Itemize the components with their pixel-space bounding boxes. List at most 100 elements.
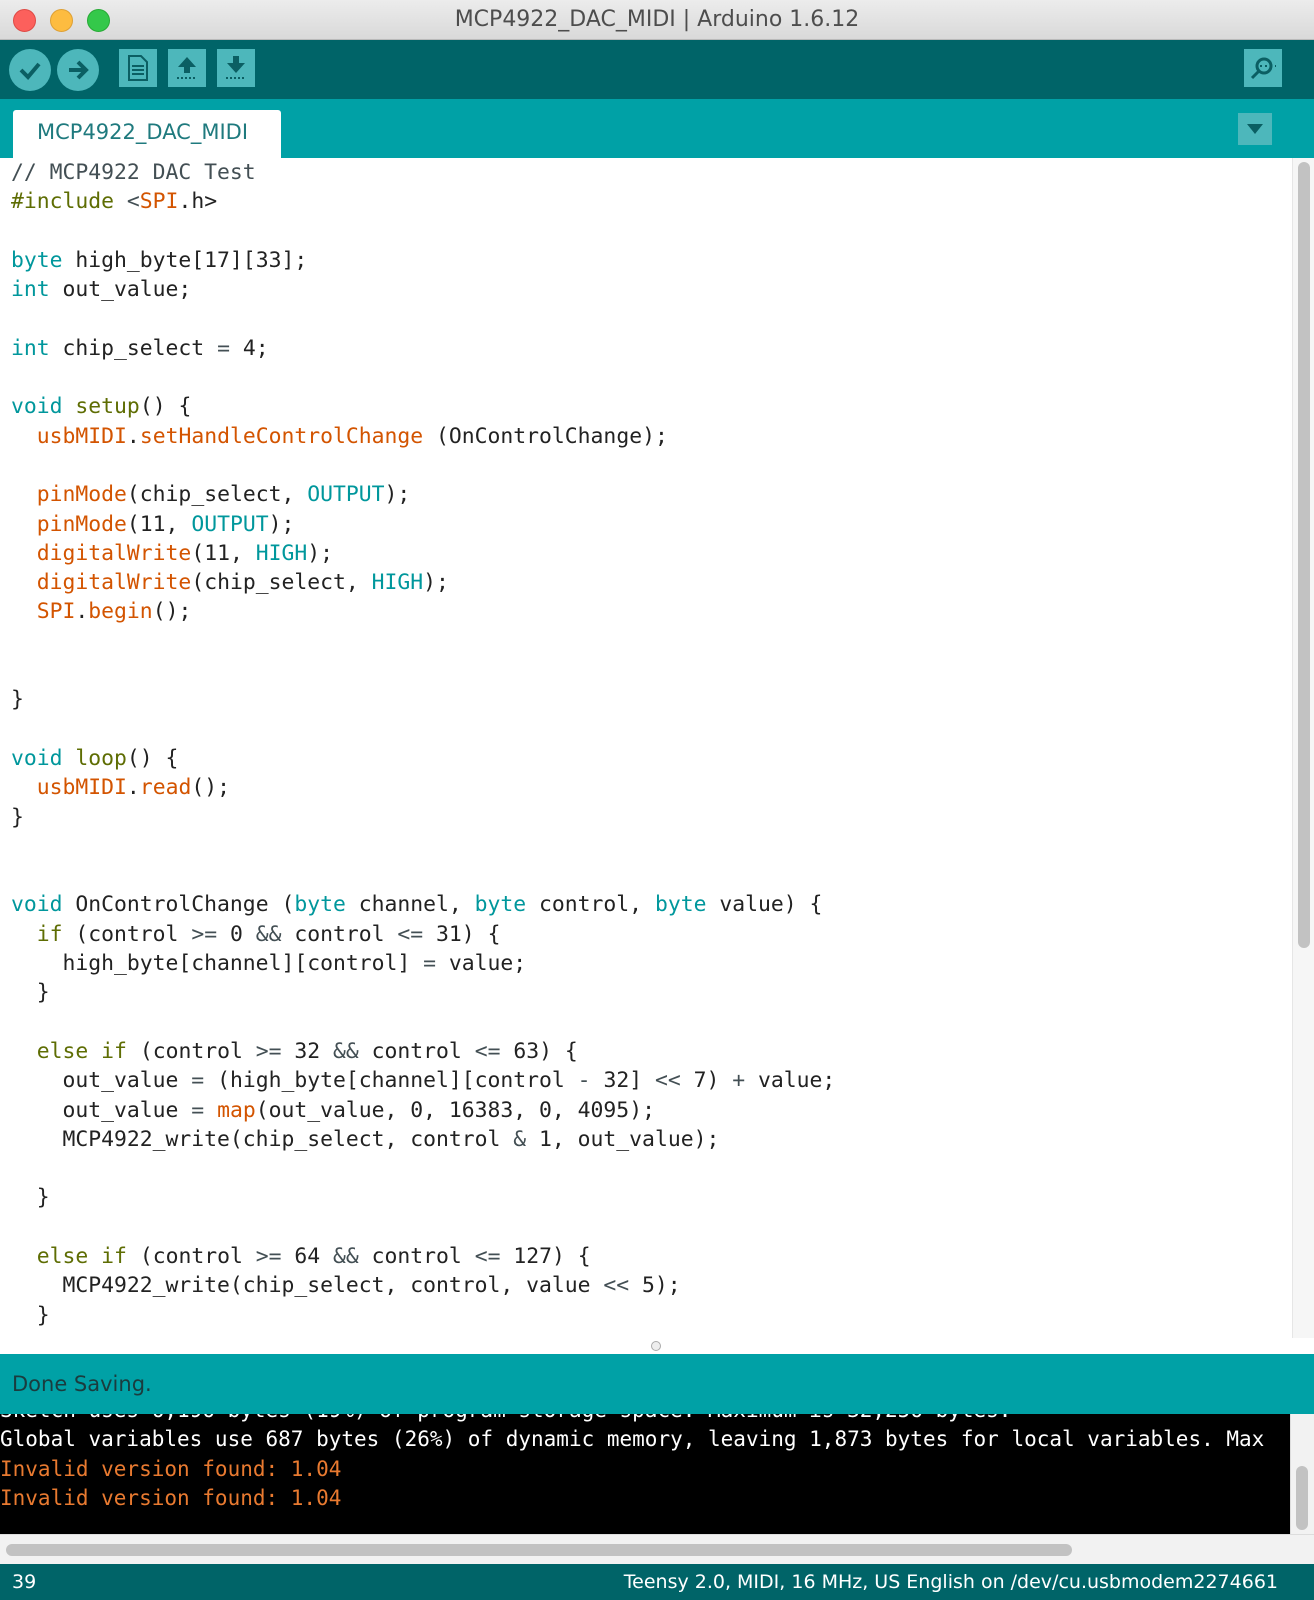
- split-divider[interactable]: [0, 1338, 1314, 1354]
- code-line[interactable]: pinMode(11, OUTPUT);: [11, 510, 1281, 539]
- serial-monitor-button[interactable]: [1244, 49, 1282, 87]
- code-line[interactable]: [11, 832, 1281, 861]
- code-line[interactable]: usbMIDI.setHandleControlChange (OnContro…: [11, 422, 1281, 451]
- code-line[interactable]: int out_value;: [11, 275, 1281, 304]
- code-token: ();: [152, 599, 192, 625]
- code-line[interactable]: [11, 861, 1281, 890]
- code-line[interactable]: }: [11, 803, 1281, 832]
- code-line[interactable]: MCP4922_write(chip_select, control & 1, …: [11, 1125, 1281, 1154]
- code-line[interactable]: int chip_select = 4;: [11, 334, 1281, 363]
- tab-sketch[interactable]: MCP4922_DAC_MIDI: [13, 110, 281, 158]
- code-token: =: [423, 951, 436, 977]
- code-token: (chip_select,: [191, 570, 372, 596]
- code-line[interactable]: }: [11, 1183, 1281, 1212]
- code-token: if: [101, 1038, 127, 1064]
- code-token: 32]: [590, 1068, 655, 1094]
- code-line[interactable]: void loop() {: [11, 744, 1281, 773]
- code-token: 64: [281, 1243, 334, 1269]
- code-token: <<: [654, 1068, 681, 1094]
- code-line[interactable]: high_byte[channel][control] = value;: [11, 949, 1281, 978]
- code-line[interactable]: SPI.begin();: [11, 597, 1281, 626]
- code-token: }: [11, 804, 24, 830]
- code-line[interactable]: else if (control >= 32 && control <= 63)…: [11, 1037, 1281, 1066]
- code-line[interactable]: }: [11, 685, 1281, 714]
- console-vertical-scrollbar[interactable]: [1290, 1414, 1314, 1534]
- code-token: HIGH: [371, 570, 424, 596]
- code-token: <=: [474, 1038, 501, 1064]
- code-line[interactable]: if (control >= 0 && control <= 31) {: [11, 920, 1281, 949]
- code-token: ();: [191, 775, 230, 801]
- code-line[interactable]: }: [11, 978, 1281, 1007]
- split-handle[interactable]: [651, 1341, 661, 1351]
- code-token: 32: [281, 1038, 334, 1064]
- code-line[interactable]: [11, 656, 1281, 685]
- code-line[interactable]: byte high_byte[17][33];: [11, 246, 1281, 275]
- console-horizontal-scrollbar[interactable]: [0, 1534, 1314, 1564]
- code-token: <: [114, 189, 140, 215]
- code-token: value;: [436, 951, 527, 977]
- code-token: >=: [255, 1038, 282, 1064]
- code-token: chip_select: [49, 335, 218, 361]
- code-line[interactable]: [11, 217, 1281, 246]
- editor-vertical-scrollbar[interactable]: [1292, 158, 1314, 1338]
- code-line[interactable]: [11, 627, 1281, 656]
- code-token: if: [101, 1243, 127, 1269]
- code-token: &&: [333, 1243, 359, 1269]
- code-line[interactable]: // MCP4922 DAC Test: [11, 158, 1281, 187]
- code-token: control: [281, 921, 398, 947]
- code-editor[interactable]: // MCP4922 DAC Test #include <SPI.h> byte…: [0, 158, 1314, 1338]
- code-line[interactable]: [11, 363, 1281, 392]
- line-number: 39: [12, 1571, 37, 1593]
- code-line[interactable]: }: [11, 1301, 1281, 1330]
- code-token: 63) {: [500, 1038, 578, 1064]
- code-line[interactable]: void setup() {: [11, 392, 1281, 421]
- console-scroll-thumb[interactable]: [1296, 1466, 1308, 1530]
- code-line[interactable]: digitalWrite(chip_select, HIGH);: [11, 568, 1281, 597]
- code-token: &&: [333, 1038, 359, 1064]
- code-token: &&: [255, 921, 282, 947]
- code-token: OnControlChange (: [62, 892, 295, 918]
- code-line[interactable]: [11, 304, 1281, 333]
- code-token: <=: [397, 921, 424, 947]
- code-token: 5);: [629, 1273, 681, 1299]
- console-hscroll-thumb[interactable]: [6, 1544, 1072, 1556]
- code-text[interactable]: // MCP4922 DAC Test #include <SPI.h> byte…: [11, 158, 1281, 1330]
- open-icon: [177, 57, 197, 79]
- code-token: }: [11, 980, 50, 1006]
- code-line[interactable]: [11, 1008, 1281, 1037]
- code-token: out_value: [11, 1068, 192, 1094]
- title-bar: MCP4922_DAC_MIDI | Arduino 1.6.12: [0, 0, 1314, 40]
- verify-button[interactable]: [9, 49, 51, 91]
- code-token: >=: [255, 1243, 282, 1269]
- code-line[interactable]: [11, 1154, 1281, 1183]
- editor-scroll-thumb[interactable]: [1298, 162, 1310, 948]
- code-token: =: [191, 1068, 205, 1094]
- code-line[interactable]: #include <SPI.h>: [11, 187, 1281, 216]
- console-line: Invalid version found: 1.04: [0, 1485, 342, 1510]
- code-line[interactable]: pinMode(chip_select, OUTPUT);: [11, 480, 1281, 509]
- code-token: (control: [126, 1243, 256, 1269]
- code-line[interactable]: [11, 715, 1281, 744]
- save-sketch-button[interactable]: [217, 49, 255, 87]
- upload-button[interactable]: [57, 49, 99, 91]
- tab-menu-button[interactable]: [1238, 113, 1272, 145]
- console-output[interactable]: Sketch uses 6,196 bytes (19%) of program…: [0, 1414, 1290, 1534]
- code-line[interactable]: out_value = (high_byte[channel][control …: [11, 1066, 1281, 1095]
- code-line[interactable]: usbMIDI.read();: [11, 773, 1281, 802]
- code-token: usbMIDI: [36, 423, 127, 449]
- open-sketch-button[interactable]: [168, 49, 206, 87]
- code-token: +: [732, 1068, 746, 1094]
- code-line[interactable]: void OnControlChange (byte channel, byte…: [11, 890, 1281, 919]
- save-icon: [226, 56, 246, 79]
- code-token: byte: [11, 247, 63, 273]
- new-sketch-button[interactable]: [119, 49, 157, 87]
- code-line[interactable]: [11, 451, 1281, 480]
- code-line[interactable]: digitalWrite(11, HIGH);: [11, 539, 1281, 568]
- code-line[interactable]: out_value = map(out_value, 0, 16383, 0, …: [11, 1096, 1281, 1125]
- code-token: () {: [139, 394, 192, 420]
- code-line[interactable]: [11, 1213, 1281, 1242]
- code-line[interactable]: else if (control >= 64 && control <= 127…: [11, 1242, 1281, 1271]
- code-token: begin: [88, 599, 153, 625]
- code-token: byte: [474, 892, 527, 918]
- code-line[interactable]: MCP4922_write(chip_select, control, valu…: [11, 1271, 1281, 1300]
